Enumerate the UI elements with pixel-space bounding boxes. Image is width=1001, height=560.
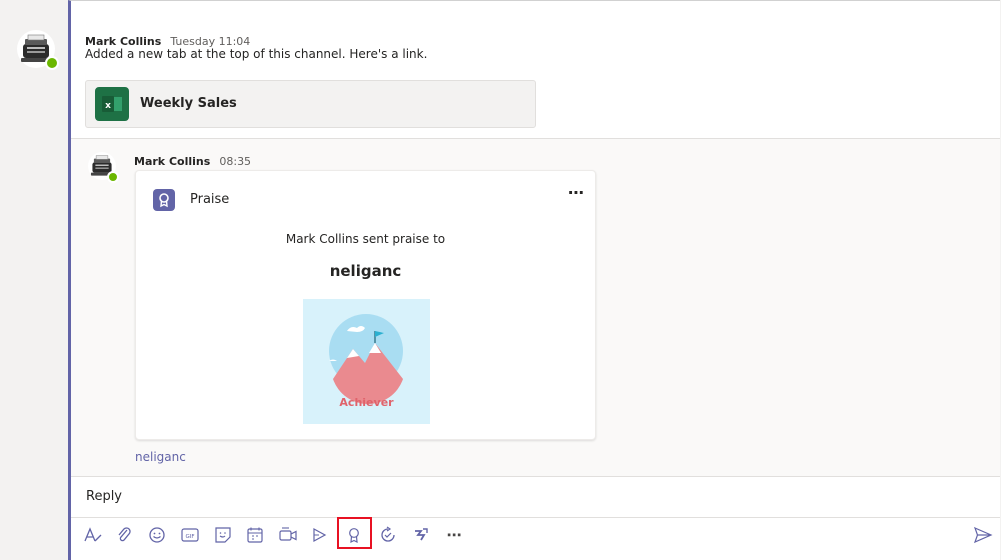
meet-now-icon[interactable]: [277, 524, 299, 546]
attach-icon[interactable]: [113, 524, 135, 546]
tab-link-card[interactable]: x Weekly Sales: [85, 80, 536, 128]
format-icon[interactable]: [82, 524, 104, 546]
message-time: 08:35: [219, 155, 252, 168]
message-text: Added a new tab at the top of this chann…: [85, 47, 428, 61]
updates-icon[interactable]: [377, 524, 399, 546]
flow-icon[interactable]: [410, 524, 432, 546]
praise-sender-line: Mark Collins sent praise to: [285, 232, 446, 246]
achiever-badge: Achiever: [303, 299, 430, 424]
reply-underline: [71, 517, 1000, 518]
highlight-box: [337, 517, 372, 549]
send-icon[interactable]: [972, 524, 994, 546]
schedule-meeting-icon[interactable]: [244, 524, 266, 546]
praise-card[interactable]: Praise ⋯ Mark Collins sent praise to nel…: [135, 170, 596, 440]
excel-icon: x: [95, 87, 129, 121]
more-options-icon[interactable]: ⋯: [443, 524, 465, 546]
praise-badge-icon: [153, 189, 175, 211]
presence-available-icon: [45, 56, 59, 70]
more-options-icon[interactable]: ⋯: [568, 183, 585, 202]
author-name[interactable]: Mark Collins: [134, 155, 210, 168]
avatar[interactable]: [17, 30, 59, 70]
praise-header-label: Praise: [190, 192, 230, 207]
reply-button[interactable]: Reply: [86, 489, 122, 504]
message-header: Mark Collins 08:35: [134, 150, 251, 169]
reply-divider: [71, 476, 1000, 477]
avatar[interactable]: [88, 152, 119, 183]
gif-icon[interactable]: GIF: [179, 524, 201, 546]
reply-area: [68, 476, 1000, 560]
tab-card-title: Weekly Sales: [140, 96, 237, 111]
gif-label: GIF: [185, 534, 194, 540]
presence-available-icon: [107, 171, 119, 183]
emoji-icon[interactable]: [146, 524, 168, 546]
mention-link[interactable]: neliganc: [135, 450, 186, 464]
sticker-icon[interactable]: [212, 524, 234, 546]
badge-label: Achiever: [339, 396, 394, 409]
stream-icon[interactable]: [308, 524, 330, 546]
excel-letter: x: [105, 101, 111, 111]
praise-recipient: neliganc: [329, 262, 402, 280]
